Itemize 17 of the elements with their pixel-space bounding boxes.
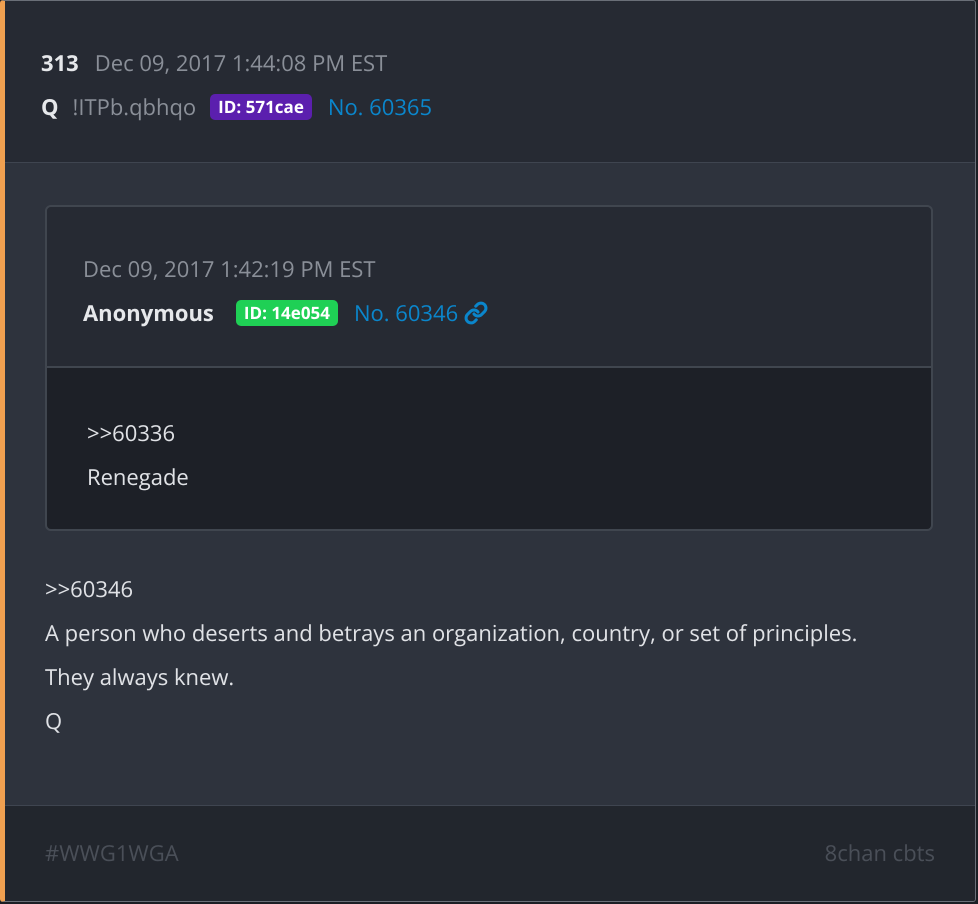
author-name: Q — [41, 91, 59, 124]
post-text-line: A person who deserts and betrays an organization, country, or set of principles. — [45, 617, 858, 650]
post-text-line: They always knew. — [45, 661, 234, 694]
id-badge: ID: 571cae — [210, 94, 312, 120]
post-link[interactable]: No. 60365 — [328, 85, 432, 129]
tripcode: !ITPb.qbhqo — [72, 91, 196, 124]
link-icon[interactable] — [464, 301, 488, 325]
post-text-line: Q — [45, 705, 62, 738]
post-text-line: >>60346 — [45, 573, 134, 606]
id-badge: ID: 14e054 — [236, 300, 338, 326]
quoted-post-date: Dec 09, 2017 1:42:19 PM EST — [83, 253, 376, 286]
quoted-text-line: Renegade — [87, 461, 189, 494]
post-number: 313 — [41, 47, 79, 80]
post-date: Dec 09, 2017 1:44:08 PM EST — [94, 47, 388, 80]
quoted-text-line: >>60336 — [87, 417, 176, 450]
quoted-post-link[interactable]: No. 60346 — [354, 291, 458, 335]
quoted-author-name: Anonymous — [83, 297, 214, 330]
